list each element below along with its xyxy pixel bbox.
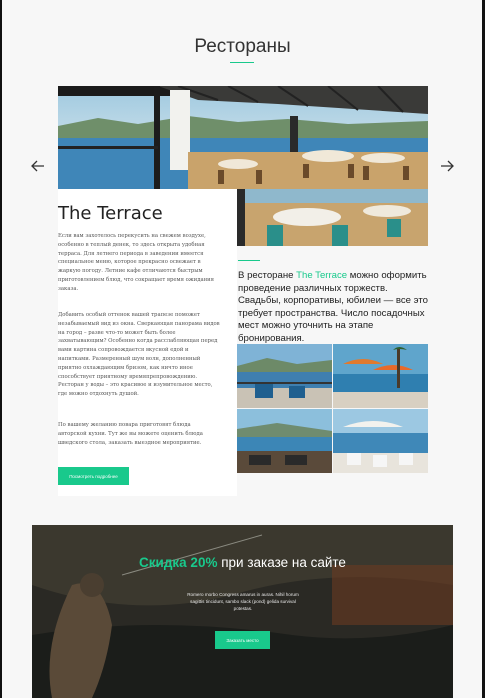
mosaic-photo-1 — [237, 344, 332, 408]
description-paragraph-2: Добавить особый оттенок вашей трапезе по… — [58, 312, 220, 398]
arrow-right-icon[interactable] — [440, 160, 454, 172]
mosaic-photo-4 — [333, 409, 428, 473]
lead-prefix: В ресторане — [238, 270, 297, 281]
section-title: Рестораны — [194, 36, 291, 57]
restaurants-page: Рестораны The Terrace Если вам захотелос… — [0, 0, 485, 698]
arrow-left-icon[interactable] — [31, 160, 45, 172]
photo-mosaic — [237, 344, 428, 473]
details-button[interactable]: Посмотреть подробнее — [58, 467, 129, 485]
promo-description: Romero morbo Congress amarus in auras. N… — [187, 592, 299, 611]
promo-discount: Скидка 20% — [139, 555, 218, 570]
terrace-hero-photo — [58, 86, 428, 189]
lead-accent: The Terrace — [296, 270, 348, 281]
promo-title: Скидка 20% при заказе на сайте — [0, 555, 485, 570]
restaurant-name: The Terrace — [58, 203, 163, 224]
description-paragraph-1: Если вам захотелось перекусить на свежем… — [58, 233, 215, 292]
book-button[interactable]: Заказать место — [215, 631, 270, 649]
window-edge-left — [0, 0, 2, 698]
terrace-tables-photo — [237, 189, 428, 246]
mosaic-photo-3 — [237, 409, 332, 473]
events-lead-text: В ресторане The Terrace можно оформить п… — [238, 270, 428, 345]
promo-title-rest: при заказе на сайте — [217, 555, 346, 570]
mosaic-photo-2 — [333, 344, 428, 408]
lead-divider — [238, 260, 260, 261]
description-paragraph-3: По вашему желанию повара приготовят блюд… — [58, 422, 203, 446]
lead-suffix: можно оформить проведение различных торж… — [238, 270, 428, 344]
title-underline — [230, 62, 254, 63]
